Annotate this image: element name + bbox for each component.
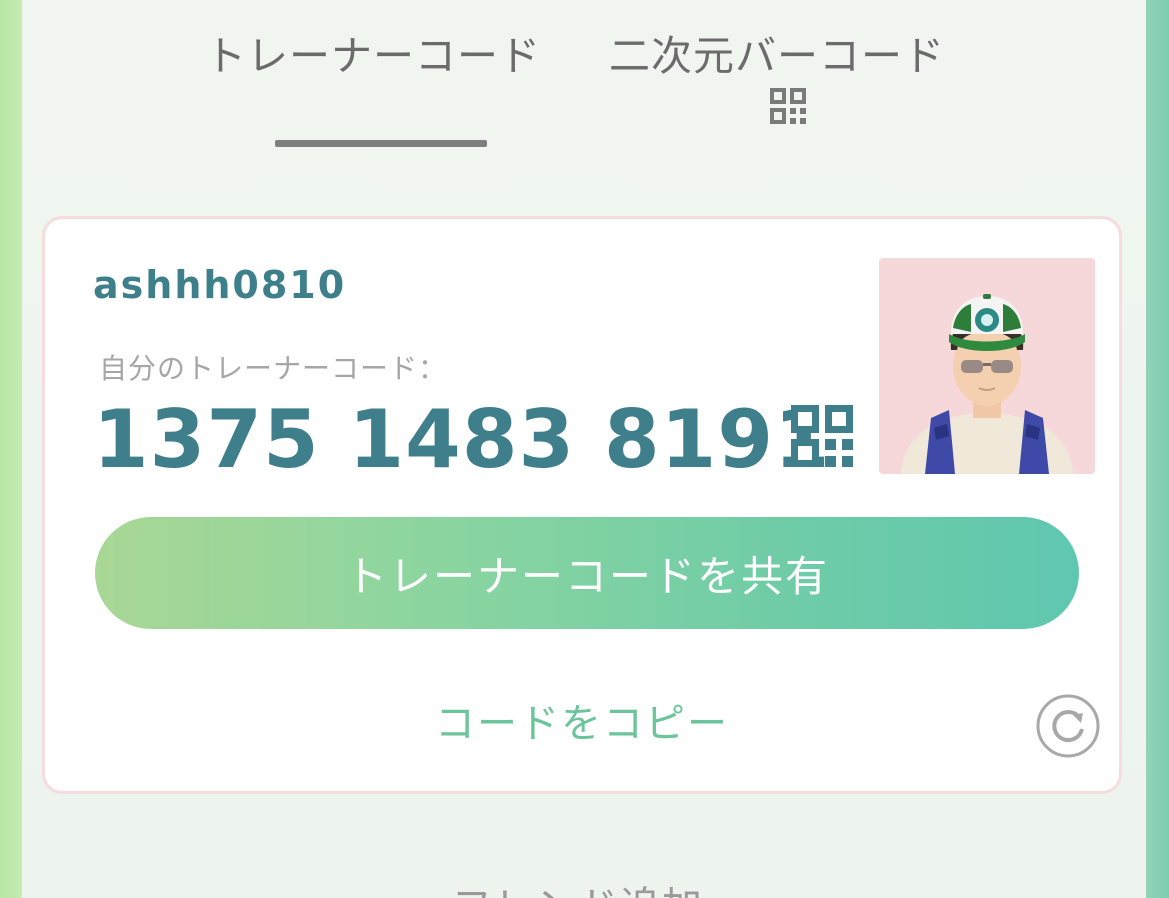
qr-code-icon[interactable] <box>768 86 808 126</box>
tab-qr-code[interactable]: 二次元バーコード <box>609 22 945 82</box>
share-trainer-code-button[interactable]: トレーナーコードを共有 <box>95 517 1079 629</box>
trainer-code-label: 自分のトレーナーコード： <box>99 352 448 385</box>
trainer-code-panel: トレーナーコード 二次元バーコード ashhh0810 自分のトレーナーコード：… <box>22 0 1146 898</box>
trainer-code-value: 1375 1483 8191 <box>93 393 831 486</box>
qr-code-icon[interactable] <box>789 403 855 469</box>
copy-code-link[interactable]: コードをコピー <box>45 691 1119 749</box>
trainer-code-card: ashhh0810 自分のトレーナーコード： 1375 1483 8191 トレ… <box>42 216 1122 794</box>
trainer-avatar <box>879 258 1095 474</box>
trainer-avatar-figure <box>901 294 1073 474</box>
refresh-icon[interactable] <box>1035 693 1101 759</box>
tab-trainer-code[interactable]: トレーナーコード <box>205 22 541 82</box>
active-tab-indicator <box>275 140 487 147</box>
username: ashhh0810 <box>93 263 347 307</box>
add-friend-section-label: フレンド追加 <box>452 874 704 898</box>
screen: トレーナーコード 二次元バーコード ashhh0810 自分のトレーナーコード：… <box>0 0 1169 898</box>
